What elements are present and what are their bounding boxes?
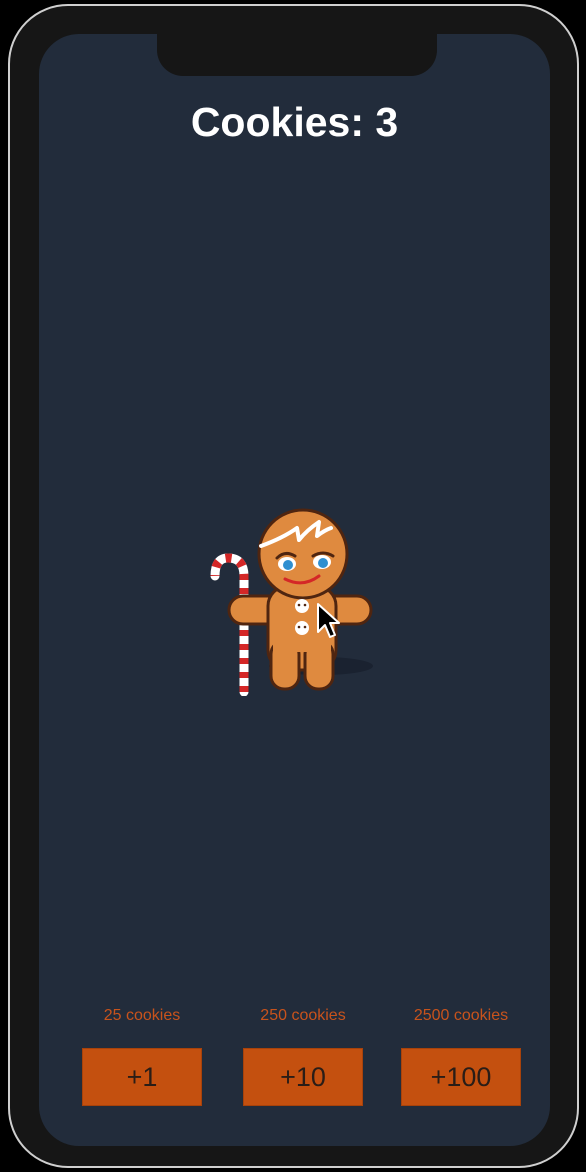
upgrade-cost-label: 25 cookies xyxy=(103,1007,181,1024)
phone-notch xyxy=(157,34,437,76)
upgrade-plus-100: 2500 cookies +100 xyxy=(401,1006,521,1106)
cookie-counter: Cookies: 3 xyxy=(190,99,399,145)
buy-plus-1-button[interactable]: +1 xyxy=(82,1048,202,1106)
gingerbread-man-icon[interactable] xyxy=(203,506,383,696)
upgrade-plus-10: 250 cookies +10 xyxy=(243,1006,363,1106)
upgrade-cost-label: 2500 cookies xyxy=(413,1007,509,1024)
phone-frame: Cookies: 3 25 cookies +1 250 cookies +10… xyxy=(8,4,579,1168)
buy-plus-100-button[interactable]: +100 xyxy=(401,1048,521,1106)
game-screen: Cookies: 3 25 cookies +1 250 cookies +10… xyxy=(39,34,550,1146)
upgrade-plus-1: 25 cookies +1 xyxy=(82,1006,202,1106)
character-head xyxy=(257,508,349,600)
upgrade-cost-label: 250 cookies xyxy=(260,1007,346,1024)
buy-plus-10-button[interactable]: +10 xyxy=(243,1048,363,1106)
